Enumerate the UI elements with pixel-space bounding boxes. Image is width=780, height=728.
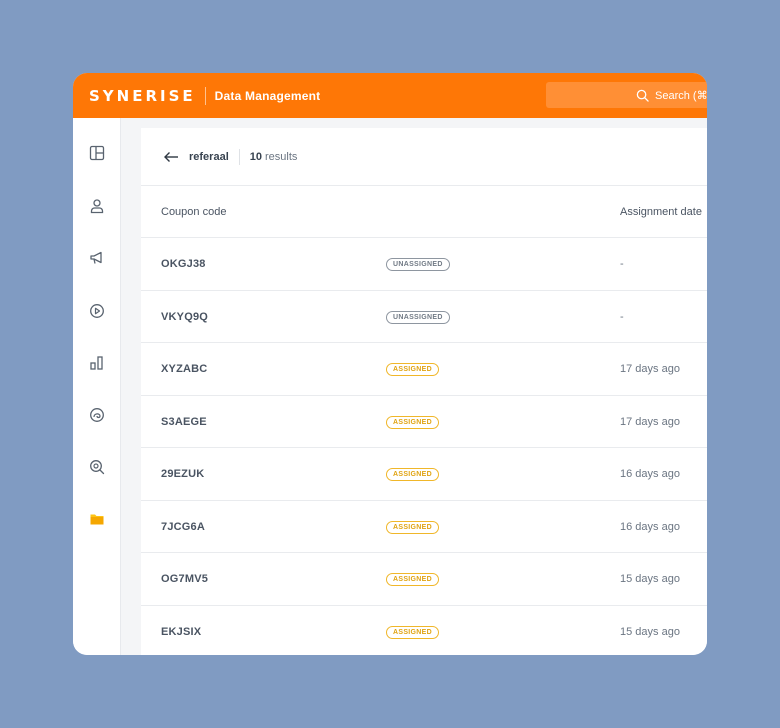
top-bar: SYNERISE Data Management Search (⌘ bbox=[73, 73, 707, 118]
status-badge: ASSIGNED bbox=[386, 520, 439, 534]
status-badge: ASSIGNED bbox=[386, 468, 439, 481]
back-arrow-icon[interactable] bbox=[163, 149, 179, 165]
table-header: Coupon code Assignment date bbox=[141, 186, 707, 238]
panel-header: referaal 10 results bbox=[141, 128, 707, 186]
table-row[interactable]: OG7MV5 ASSIGNED 15 days ago bbox=[141, 553, 707, 606]
assignment-date: 16 days ago bbox=[620, 468, 680, 480]
coupon-code: VKYQ9Q bbox=[161, 310, 209, 323]
header-divider bbox=[204, 86, 206, 105]
table-body: OKGJ38 UNASSIGNED - VKYQ9Q UNASSIGNED - XYZABC… bbox=[141, 238, 707, 655]
table-row[interactable]: S3AEGE ASSIGNED 17 days ago bbox=[141, 396, 707, 448]
search-icon bbox=[636, 89, 649, 102]
coupon-code: OG7MV5 bbox=[161, 573, 209, 585]
sidebar bbox=[73, 118, 121, 655]
folder-icon[interactable] bbox=[88, 510, 106, 528]
ai-icon[interactable] bbox=[88, 406, 106, 424]
search-settings-icon[interactable] bbox=[88, 458, 106, 476]
status-badge: ASSIGNED bbox=[386, 573, 439, 586]
coupon-code: EKJSIX bbox=[161, 625, 202, 638]
status-badge: ASSIGNED bbox=[386, 625, 439, 639]
play-circle-icon[interactable] bbox=[88, 302, 106, 320]
coupon-code: 29EZUK bbox=[161, 468, 205, 480]
back-label[interactable]: referaal bbox=[189, 151, 229, 163]
status-badge: ASSIGNED bbox=[386, 415, 439, 429]
dashboard-icon[interactable] bbox=[88, 144, 106, 162]
coupon-code: OKGJ38 bbox=[161, 258, 206, 270]
megaphone-icon[interactable] bbox=[88, 249, 106, 267]
assignment-date: 16 days ago bbox=[620, 520, 680, 533]
coupon-panel: referaal 10 results Coupon code Assignme… bbox=[141, 128, 707, 655]
results-label: results bbox=[265, 150, 298, 163]
assignment-date: 15 days ago bbox=[620, 573, 680, 585]
table-row[interactable]: OKGJ38 UNASSIGNED - bbox=[141, 238, 707, 291]
coupon-code: XYZABC bbox=[161, 363, 208, 375]
search-button[interactable]: Search (⌘ bbox=[546, 82, 707, 108]
app-window: SYNERISE Data Management Search (⌘ refer… bbox=[73, 73, 707, 655]
column-header-assignment-date[interactable]: Assignment date bbox=[620, 206, 702, 218]
status-badge: UNASSIGNED bbox=[386, 258, 450, 271]
table-row[interactable]: 29EZUK ASSIGNED 16 days ago bbox=[141, 448, 707, 501]
assignment-date: - bbox=[620, 310, 624, 323]
assignment-date: 17 days ago bbox=[620, 363, 680, 375]
analytics-icon[interactable] bbox=[88, 354, 106, 372]
coupon-code: 7JCG6A bbox=[161, 520, 205, 533]
status-badge: ASSIGNED bbox=[386, 363, 439, 376]
table-row[interactable]: VKYQ9Q UNASSIGNED - bbox=[141, 291, 707, 343]
synerise-logo[interactable]: SYNERISE bbox=[89, 87, 196, 105]
column-header-coupon-code[interactable]: Coupon code bbox=[161, 206, 226, 218]
assignment-date: - bbox=[620, 258, 624, 270]
search-label: Search (⌘ bbox=[655, 89, 707, 102]
assignment-date: 15 days ago bbox=[620, 625, 680, 638]
coupon-code: S3AEGE bbox=[161, 415, 207, 428]
table-row[interactable]: XYZABC ASSIGNED 17 days ago bbox=[141, 343, 707, 396]
table-row[interactable]: 7JCG6A ASSIGNED 16 days ago bbox=[141, 501, 707, 553]
table-row[interactable]: EKJSIX ASSIGNED 15 days ago bbox=[141, 606, 707, 656]
assignment-date: 17 days ago bbox=[620, 415, 680, 428]
user-icon[interactable] bbox=[88, 197, 106, 215]
section-title: Data Management bbox=[214, 88, 321, 103]
header-separator bbox=[238, 148, 240, 165]
status-badge: UNASSIGNED bbox=[386, 310, 450, 324]
results-count: 10 bbox=[249, 150, 263, 163]
